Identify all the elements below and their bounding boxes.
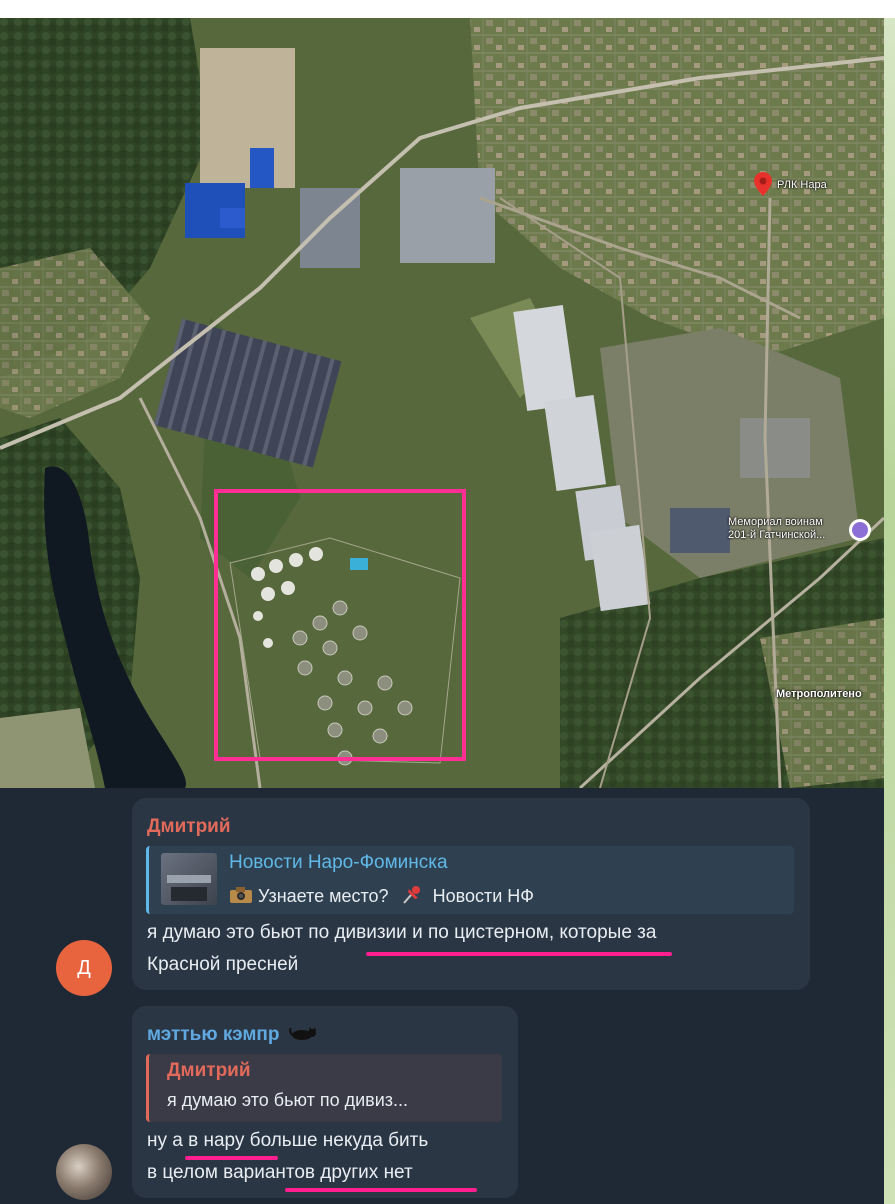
pushpin-icon: [400, 885, 422, 905]
reply-preview[interactable]: Дмитрий я думаю это бьют по дивиз...: [146, 1054, 502, 1122]
highlight-underline: [366, 952, 672, 956]
reply-preview-part2: Новости НФ: [432, 886, 534, 906]
satellite-map[interactable]: РЛК Нара Мемориал воинам 201-й Гатчинско…: [0, 18, 884, 788]
message-bubble-2[interactable]: мэттью кэмпр Дмитрий я думаю это бьют по…: [132, 1006, 518, 1198]
avatar[interactable]: Д: [56, 940, 112, 996]
avatar[interactable]: [56, 1144, 112, 1200]
camera-icon: [229, 886, 253, 904]
message-bubble-1[interactable]: Дмитрий Новости Наро-Фоминска Узнаете ме…: [132, 798, 810, 990]
map-imagery: [0, 18, 884, 788]
chat-area[interactable]: Дмитрий Новости Наро-Фоминска Узнаете ме…: [0, 788, 884, 1204]
reply-thumbnail: [161, 853, 217, 905]
message-text-line-1: я думаю это бьют по дивизии и по цистерн…: [147, 922, 657, 943]
reply-title: Новости Наро-Фоминска: [229, 852, 448, 873]
reply-text: Узнаете место? Новости НФ: [229, 882, 534, 907]
sender-row: мэттью кэмпр: [147, 1024, 319, 1046]
reply-title: Дмитрий: [167, 1060, 251, 1081]
reply-text: я думаю это бьют по дивиз...: [167, 1090, 409, 1110]
avatar-initial: Д: [77, 957, 91, 979]
side-panel-edge: [884, 18, 895, 1204]
message-text-line-2: в целом вариантов других нет: [147, 1162, 413, 1183]
metro-label[interactable]: Метрополитено: [776, 688, 862, 700]
reply-preview[interactable]: Новости Наро-Фоминска Узнаете место? Нов…: [146, 846, 794, 914]
reply-preview-part1: Узнаете место?: [258, 886, 389, 906]
pin-label[interactable]: РЛК Нара: [777, 179, 827, 191]
sender-name[interactable]: Дмитрий: [147, 816, 231, 838]
message-text-line-1: ну а в нару больше некуда бить: [147, 1130, 429, 1151]
message-text-line-2: Красной пресней: [147, 954, 299, 975]
memorial-label[interactable]: Мемориал воинам 201-й Гатчинской...: [728, 516, 846, 542]
highlight-underline: [285, 1188, 477, 1192]
cat-emoji-icon: [288, 1026, 319, 1040]
highlight-underline: [185, 1156, 278, 1160]
location-pin-icon[interactable]: [754, 172, 772, 196]
sender-name[interactable]: мэттью кэмпр: [147, 1024, 279, 1045]
